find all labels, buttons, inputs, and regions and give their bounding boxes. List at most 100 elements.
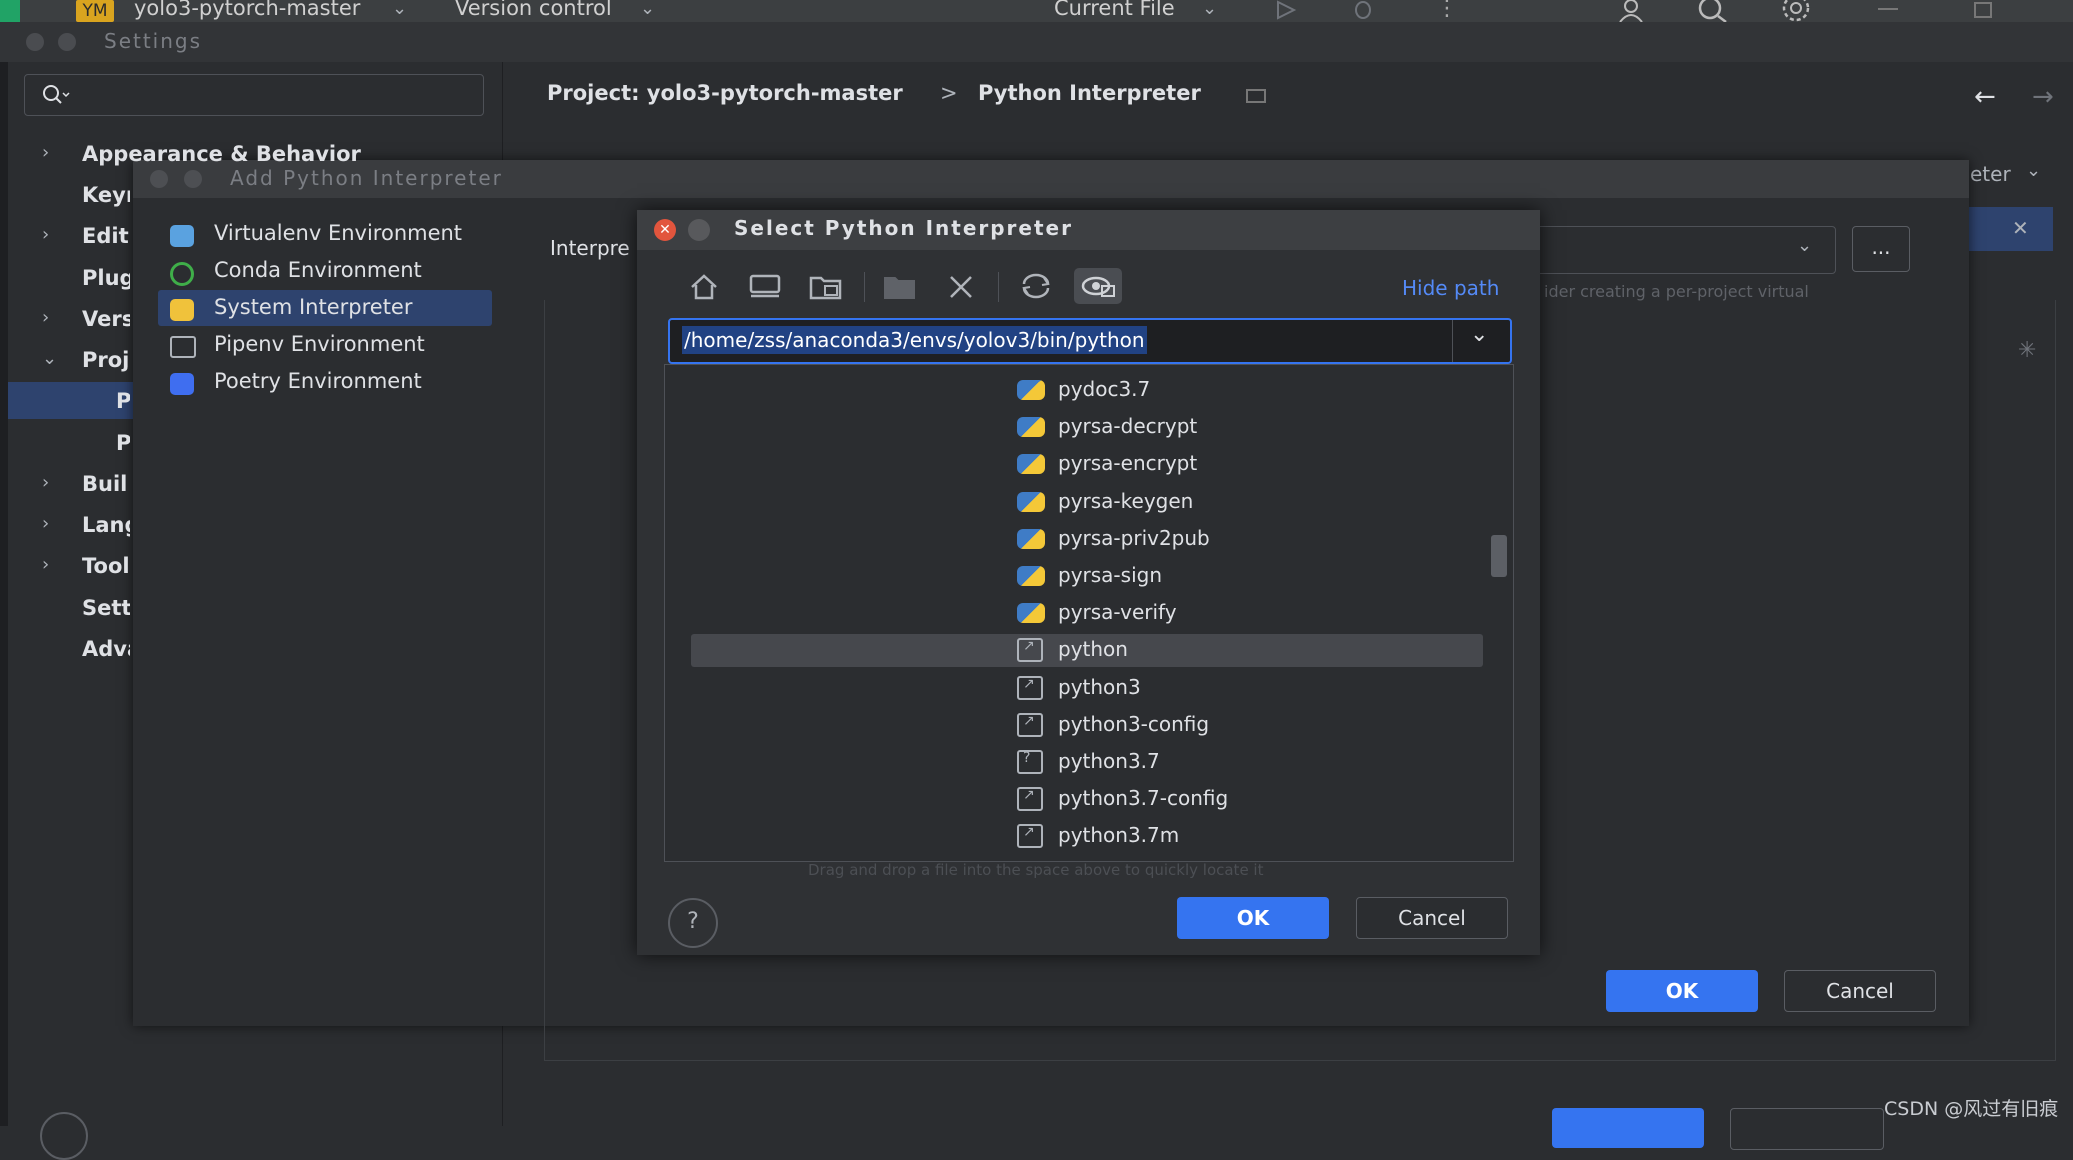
- search-icon[interactable]: [1696, 0, 1730, 22]
- help-button[interactable]: ?: [668, 898, 718, 948]
- minimize-icon[interactable]: [1878, 8, 1898, 10]
- sidebar-item[interactable]: › Appearance & Behavior: [30, 140, 490, 174]
- select-interpreter-title: Select Python Interpreter: [734, 216, 1073, 240]
- path-input[interactable]: /home/zss/anaconda3/envs/yolov3/bin/pyth…: [668, 318, 1512, 364]
- sidebar-item[interactable]: › Lang: [30, 511, 130, 545]
- env-type-item[interactable]: Pipenv Environment: [166, 330, 492, 364]
- gear-icon[interactable]: [1778, 0, 1814, 22]
- sidebar-item[interactable]: Plug: [30, 264, 130, 298]
- breadcrumb-project[interactable]: Project: yolo3-pytorch-master: [547, 81, 903, 105]
- run-icon[interactable]: [1272, 0, 1298, 20]
- sidebar-item-label: Lang: [82, 513, 130, 537]
- hide-path-link[interactable]: Hide path: [1402, 276, 1499, 300]
- breadcrumb-page: Python Interpreter: [978, 81, 1201, 105]
- chevron-down-icon[interactable]: ⌄: [1470, 322, 1488, 347]
- file-row[interactable]: ↗ python3: [665, 670, 1513, 707]
- new-folder-icon[interactable]: [882, 272, 918, 300]
- sidebar-item[interactable]: P: [30, 429, 130, 463]
- chevron-right-icon: ›: [42, 307, 50, 328]
- select-ok-button[interactable]: OK: [1177, 897, 1329, 939]
- interpreter-dropdown-partial[interactable]: eter: [1970, 162, 2011, 186]
- file-row[interactable]: pyrsa-keygen: [665, 484, 1513, 521]
- settings-help-button[interactable]: [40, 1112, 88, 1160]
- file-tree[interactable]: pydoc3.7 pyrsa-decrypt pyrsa-encrypt pyrsa-…: [664, 364, 1514, 862]
- env-type-item[interactable]: Conda Environment: [166, 256, 492, 290]
- sidebar-item-label: Appearance & Behavior: [82, 142, 361, 166]
- python-file-icon: [1017, 528, 1045, 549]
- file-row[interactable]: pyrsa-encrypt: [665, 446, 1513, 483]
- close-icon[interactable]: [26, 33, 44, 51]
- env-type-label: Virtualenv Environment: [214, 221, 463, 245]
- more-icon[interactable]: ⋮: [1436, 0, 1458, 21]
- vcs-menu[interactable]: Version control: [455, 0, 612, 20]
- sidebar-item[interactable]: Sett: [30, 594, 130, 628]
- settings-search-input[interactable]: [24, 74, 484, 116]
- sidebar-item[interactable]: Keyr: [30, 181, 130, 215]
- refresh-icon[interactable]: [1018, 272, 1054, 300]
- sidebar-item-label: P: [116, 389, 130, 413]
- file-row[interactable]: ↗ python3-config: [665, 707, 1513, 744]
- add-ok-button[interactable]: OK: [1606, 970, 1758, 1012]
- restore-icon[interactable]: [1974, 2, 1992, 18]
- close-icon[interactable]: ✕: [2012, 216, 2029, 240]
- desktop-icon[interactable]: [748, 272, 782, 300]
- search-icon: [43, 85, 70, 104]
- project-folder-icon[interactable]: [808, 272, 844, 300]
- file-row[interactable]: pydoc3.7: [665, 372, 1513, 409]
- python-file-icon: [1017, 454, 1045, 475]
- env-type-item[interactable]: System Interpreter: [166, 293, 492, 327]
- maximize-icon[interactable]: [688, 219, 710, 241]
- scrollbar-thumb[interactable]: [1491, 535, 1507, 577]
- python-file-icon: [1017, 566, 1045, 586]
- sidebar-item[interactable]: › Tool: [30, 552, 130, 586]
- drop-hint: Drag and drop a file into the space abov…: [808, 861, 1264, 879]
- maximize-icon[interactable]: [58, 33, 76, 51]
- file-name: python3.7-config: [1058, 786, 1229, 811]
- run-config-selector[interactable]: Current File: [1054, 0, 1175, 20]
- file-row[interactable]: pyrsa-priv2pub: [665, 521, 1513, 558]
- sidebar-item[interactable]: Adva: [30, 635, 130, 669]
- symlink-icon: ↗: [1017, 638, 1043, 663]
- file-row[interactable]: ? python3.7: [665, 744, 1513, 781]
- file-row[interactable]: pyrsa-verify: [665, 595, 1513, 632]
- browse-button[interactable]: ...: [1852, 226, 1910, 272]
- poetry-icon: [170, 373, 194, 395]
- symlink-icon: ↗: [1017, 824, 1043, 849]
- interpreter-combobox[interactable]: ⌄: [1500, 226, 1836, 274]
- file-name: pydoc3.7: [1058, 377, 1151, 401]
- virtualenv-icon: [170, 225, 194, 247]
- sidebar-item-label: P: [116, 431, 130, 455]
- env-type-label: Poetry Environment: [214, 369, 422, 393]
- home-icon[interactable]: [688, 272, 720, 300]
- sidebar-item[interactable]: ⌄ Proj: [30, 346, 130, 380]
- file-row[interactable]: pyrsa-sign: [665, 558, 1513, 595]
- symlink-icon: ↗: [1017, 787, 1043, 812]
- back-arrow-icon[interactable]: ←: [1974, 82, 1996, 112]
- pipenv-icon: [170, 336, 196, 358]
- user-icon[interactable]: [1616, 0, 1650, 22]
- debug-icon[interactable]: [1348, 0, 1378, 20]
- add-cancel-button[interactable]: Cancel: [1784, 970, 1936, 1012]
- settings-cancel-button[interactable]: [1730, 1108, 1884, 1150]
- sidebar-item[interactable]: › Vers: [30, 305, 130, 339]
- show-hidden-toggle[interactable]: [1074, 268, 1122, 304]
- file-row[interactable]: ↗ python: [665, 632, 1513, 669]
- forward-arrow-icon[interactable]: →: [2032, 82, 2054, 112]
- sidebar-item[interactable]: › Edit: [30, 222, 130, 256]
- file-name: pyrsa-priv2pub: [1058, 525, 1210, 550]
- close-icon[interactable]: ✕: [654, 219, 676, 241]
- project-selector[interactable]: yolo3-pytorch-master: [134, 0, 360, 20]
- project-badge[interactable]: YM: [76, 0, 114, 22]
- python-file-icon: [1017, 603, 1045, 624]
- sidebar-item[interactable]: › Buil: [30, 470, 130, 504]
- symlink-icon: ↗: [1017, 675, 1043, 700]
- env-type-item[interactable]: Virtualenv Environment: [166, 219, 492, 253]
- file-row[interactable]: ↗ python3.7-config: [665, 781, 1513, 818]
- delete-icon[interactable]: [946, 272, 976, 300]
- env-type-item[interactable]: Poetry Environment: [166, 367, 492, 401]
- file-row[interactable]: ↗ python3.7m: [665, 818, 1513, 855]
- sidebar-item[interactable]: P: [30, 387, 130, 421]
- settings-ok-button[interactable]: [1552, 1108, 1704, 1148]
- file-row[interactable]: pyrsa-decrypt: [665, 409, 1513, 446]
- select-cancel-button[interactable]: Cancel: [1356, 897, 1508, 939]
